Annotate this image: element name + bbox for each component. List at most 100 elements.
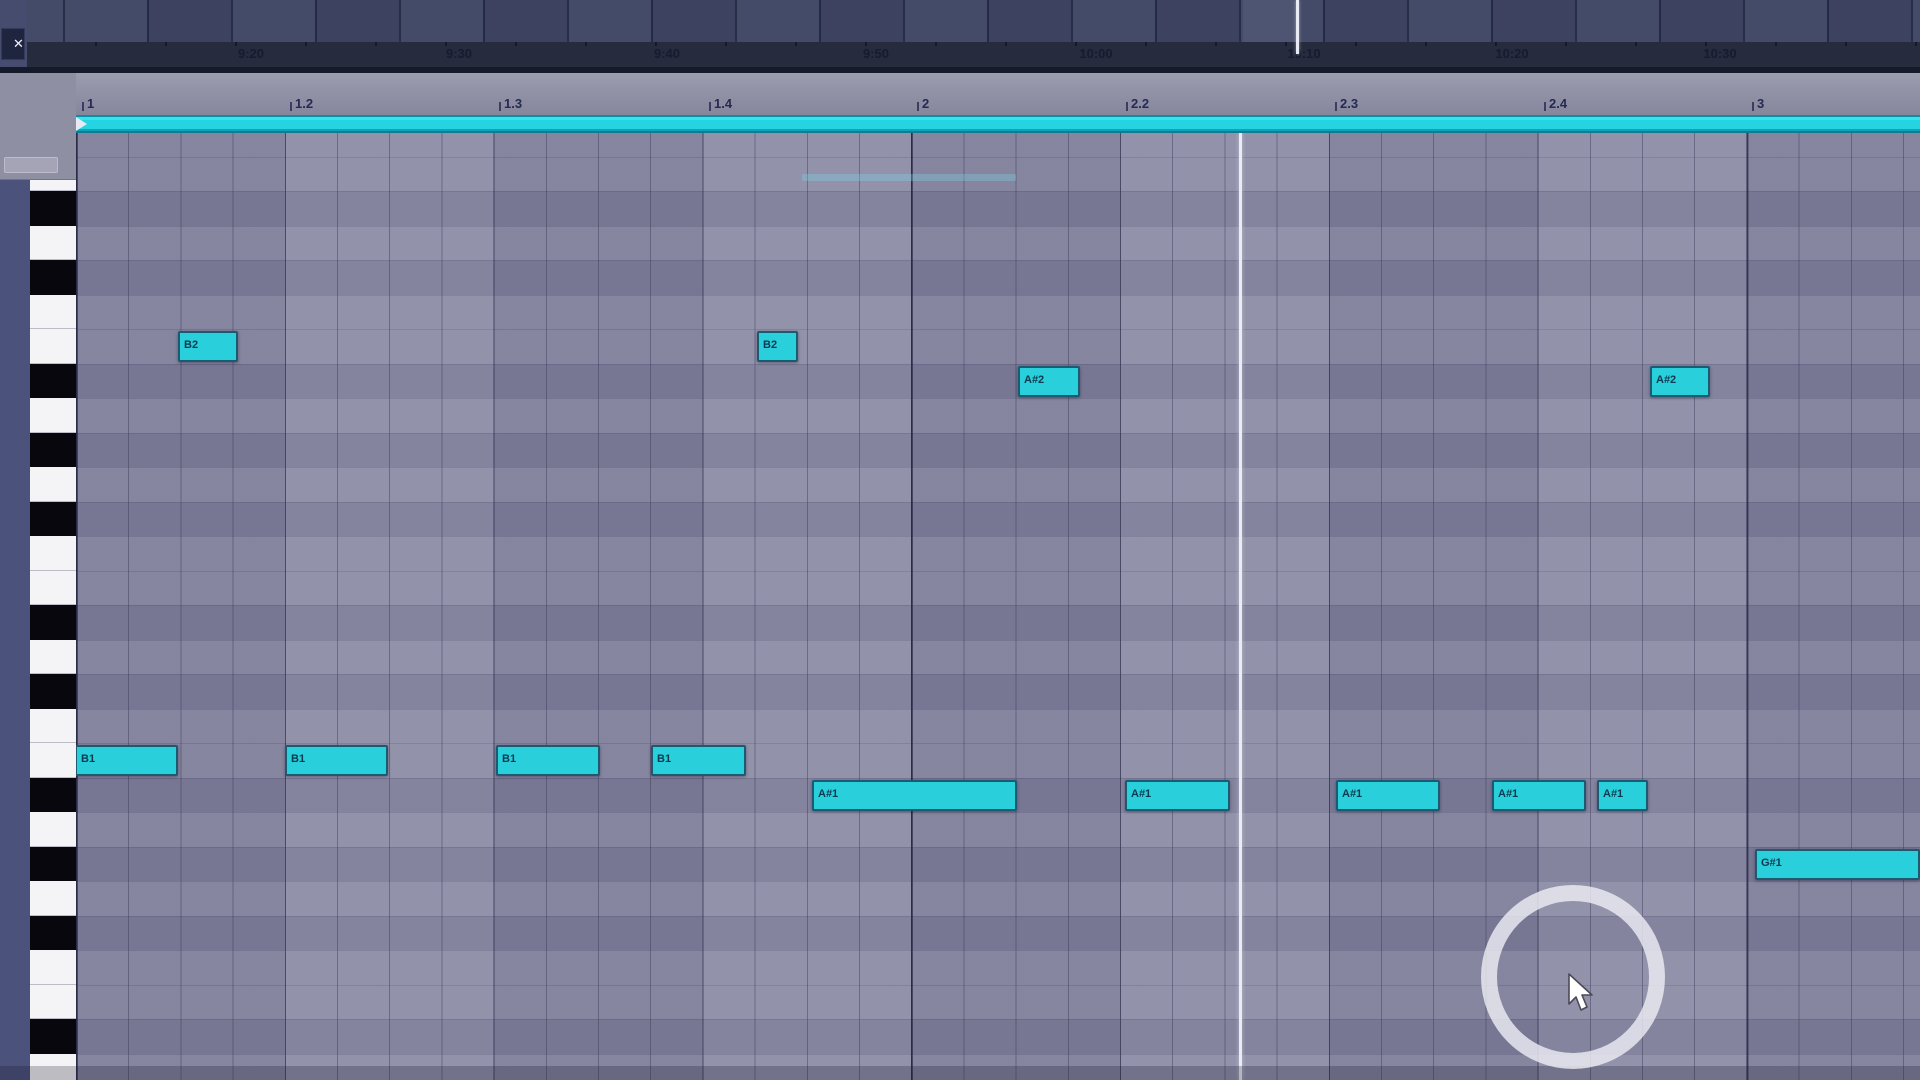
piano-key-G#1[interactable] xyxy=(30,847,76,882)
piano-key-F#2[interactable] xyxy=(30,502,76,537)
timeline-time-label: 10:30 xyxy=(1703,46,1736,61)
loop-start-marker-icon[interactable] xyxy=(76,117,87,131)
note-label: B2 xyxy=(759,333,796,351)
piano-key-C#2[interactable] xyxy=(30,674,76,709)
ruler-bar-label: 2.2 xyxy=(1126,94,1149,111)
ruler-tick-icon xyxy=(82,102,84,111)
ruler-bar-number: 1.3 xyxy=(504,97,522,111)
ruler-tick-icon xyxy=(917,102,919,111)
ruler-bar-number: 2 xyxy=(922,97,929,111)
note-label: A#1 xyxy=(1494,782,1584,800)
ruler-tick-icon xyxy=(1126,102,1128,111)
close-icon: ✕ xyxy=(13,29,24,59)
ruler-bar-number: 1.2 xyxy=(295,97,313,111)
mouse-cursor-icon xyxy=(1566,972,1602,1016)
piano-key-D#2[interactable] xyxy=(30,605,76,640)
timeline-time-label: 9:40 xyxy=(654,46,680,61)
ruler-bar-number: 3 xyxy=(1757,97,1764,111)
piano-key-B1[interactable] xyxy=(30,743,76,778)
midi-note-B1[interactable]: B1 xyxy=(496,745,600,776)
ruler-bar-number: 2.2 xyxy=(1131,97,1149,111)
timeline-header[interactable]: 9:209:309:409:5010:0010:1010:2010:30 ✕ xyxy=(0,0,1920,67)
keys-left-gutter xyxy=(0,180,30,1080)
piano-key-C2[interactable] xyxy=(30,709,76,744)
note-label: B1 xyxy=(77,747,176,765)
piano-key-A#2[interactable] xyxy=(30,364,76,399)
timeline-time-strip[interactable] xyxy=(27,42,1920,67)
ruler-tick-icon xyxy=(1544,102,1546,111)
midi-note-B1[interactable]: B1 xyxy=(76,745,178,776)
note-ghost-artifact xyxy=(802,174,1016,181)
timeline-time-label: 9:20 xyxy=(238,46,264,61)
timeline-time-label: 10:20 xyxy=(1495,46,1528,61)
piano-key-B2[interactable] xyxy=(30,329,76,364)
ruler-tick-icon xyxy=(499,102,501,111)
note-label: B1 xyxy=(653,747,744,765)
bar-beat-ruler[interactable]: 11.21.31.422.22.32.43 xyxy=(0,73,1920,115)
midi-note-A#1[interactable]: A#1 xyxy=(1336,780,1440,811)
pattern-length-bar[interactable] xyxy=(76,115,1920,133)
midi-note-A#2[interactable]: A#2 xyxy=(1650,366,1710,397)
midi-note-B1[interactable]: B1 xyxy=(651,745,746,776)
midi-note-G#1[interactable]: G#1 xyxy=(1755,849,1920,880)
piano-key-D#1[interactable] xyxy=(30,1019,76,1054)
note-label: A#2 xyxy=(1652,368,1708,386)
timeline-time-label: 10:10 xyxy=(1287,46,1320,61)
ruler-bar-label: 1.3 xyxy=(499,94,522,111)
note-label: A#2 xyxy=(1020,368,1078,386)
note-label: B1 xyxy=(287,747,386,765)
timeline-time-label: 9:50 xyxy=(863,46,889,61)
note-label: B2 xyxy=(180,333,236,351)
ruler-tick-icon xyxy=(1335,102,1337,111)
note-label: A#1 xyxy=(1599,782,1646,800)
midi-note-B1[interactable]: B1 xyxy=(285,745,388,776)
midi-note-A#2[interactable]: A#2 xyxy=(1018,366,1080,397)
note-label: A#1 xyxy=(1127,782,1228,800)
timeline-band[interactable] xyxy=(27,0,1920,42)
piano-key-C3[interactable] xyxy=(30,295,76,330)
ruler-bar-label: 2.4 xyxy=(1544,94,1567,111)
midi-note-A#1[interactable]: A#1 xyxy=(1125,780,1230,811)
piano-key-F1[interactable] xyxy=(30,950,76,985)
piano-key-A2[interactable] xyxy=(30,398,76,433)
timeline-time-label: 9:30 xyxy=(446,46,472,61)
timeline-corner-button[interactable]: ✕ xyxy=(1,28,25,60)
piano-key-A1[interactable] xyxy=(30,812,76,847)
ruler-bar-label: 2 xyxy=(917,94,929,111)
ruler-bar-label: 2.3 xyxy=(1335,94,1358,111)
piano-key-D#3[interactable] xyxy=(30,191,76,226)
piano-key-G1[interactable] xyxy=(30,881,76,916)
note-label: A#1 xyxy=(814,782,1015,800)
note-label: B1 xyxy=(498,747,598,765)
piano-key-E2[interactable] xyxy=(30,571,76,606)
piano-key-F#1[interactable] xyxy=(30,916,76,951)
playhead[interactable] xyxy=(1239,133,1242,1080)
midi-note-B2[interactable]: B2 xyxy=(757,331,798,362)
ruler-tick-icon xyxy=(290,102,292,111)
piano-roll-window: 9:209:309:409:5010:0010:1010:2010:30 ✕ 1… xyxy=(0,0,1920,1080)
piano-key-A#1[interactable] xyxy=(30,778,76,813)
piano-key-G2[interactable] xyxy=(30,467,76,502)
note-label: G#1 xyxy=(1757,851,1918,869)
ruler-bar-label: 1.4 xyxy=(709,94,732,111)
midi-note-B2[interactable]: B2 xyxy=(178,331,238,362)
bottom-shade xyxy=(0,1066,1920,1080)
piano-key-C#3[interactable] xyxy=(30,260,76,295)
piano-keyboard[interactable] xyxy=(30,180,76,1080)
midi-note-A#1[interactable]: A#1 xyxy=(1492,780,1586,811)
timeline-playhead[interactable] xyxy=(1296,0,1299,54)
ruler-bar-number: 2.3 xyxy=(1340,97,1358,111)
keyboard-panel-control[interactable] xyxy=(4,157,58,173)
piano-key-E3[interactable] xyxy=(30,180,76,191)
ruler-tick-icon xyxy=(1752,102,1754,111)
midi-note-A#1[interactable]: A#1 xyxy=(812,780,1017,811)
piano-key-F2[interactable] xyxy=(30,536,76,571)
midi-note-A#1[interactable]: A#1 xyxy=(1597,780,1648,811)
ruler-tick-icon xyxy=(709,102,711,111)
ruler-bar-label: 3 xyxy=(1752,94,1764,111)
piano-key-G#2[interactable] xyxy=(30,433,76,468)
header-left-column: ✕ xyxy=(0,0,27,67)
piano-key-D2[interactable] xyxy=(30,640,76,675)
piano-key-D3[interactable] xyxy=(30,226,76,261)
piano-key-E1[interactable] xyxy=(30,985,76,1020)
